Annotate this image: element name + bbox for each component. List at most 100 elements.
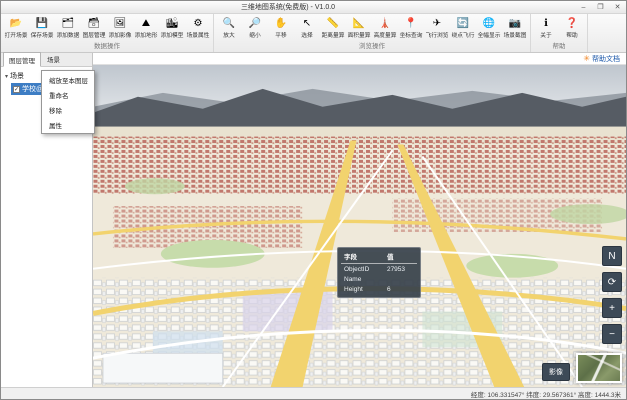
ribbon-button-icon: 🏙 [166,18,179,29]
attribute-row: Name [341,274,417,284]
ribbon-button-label: 保存场景 [31,30,54,39]
ribbon-button-label: 添加模型 [161,30,184,39]
ribbon-button-icon: ✋ [275,18,287,29]
ribbon-button-label: 距离量算 [322,30,345,39]
ribbon-button-icon: 💾 [36,18,48,29]
ribbon-button[interactable]: 🗼高度量算 [372,14,398,42]
help-strip: ✳ 帮助文档 [93,53,626,65]
ribbon-button-icon: ❓ [566,18,578,29]
ribbon-button-label: 场景截图 [504,30,527,39]
overview-minimap[interactable] [576,353,622,383]
ribbon-button-icon: 🗂 [62,18,75,29]
attribute-table: 字段值 ObjectID27953NameHeight6 [341,250,417,294]
reset-view-button[interactable]: ⟳ [602,272,622,292]
ribbon-button[interactable]: ↖选择 [294,14,320,42]
help-doc-link[interactable]: 帮助文档 [592,54,620,64]
ribbon-button-icon: 🔎 [249,18,261,29]
ribbon-button[interactable]: ⚙场景属性 [185,14,211,42]
ribbon-button[interactable]: 📐面积量算 [346,14,372,42]
ribbon-button-label: 添加影像 [109,30,132,39]
ribbon-button-label: 选择 [301,30,312,39]
title-bar: 三维地图系统(免费版) - V1.0.0 – ❐ ✕ [1,1,626,14]
ribbon-button-label: 飞行浏览 [426,30,449,39]
imagery-toggle-button[interactable]: 影像 [542,363,570,381]
context-menu-item[interactable]: 缩放至本图层 [42,72,94,87]
ribbon-button[interactable]: 📏距离量算 [320,14,346,42]
ribbon-button[interactable]: ⛰添加地形 [133,14,159,42]
ribbon-button-label: 全幅显示 [478,30,501,39]
ribbon-button[interactable]: ❓帮助 [559,14,585,42]
maximize-button[interactable]: ❐ [592,1,609,13]
ribbon-button[interactable]: 🔎缩小 [242,14,268,42]
compass-button[interactable]: N [602,246,622,266]
ribbon-toolbar: 📂打开场景💾保存场景🗂添加数据🗃图层管理🖼添加影像⛰添加地形🏙添加模型⚙场景属性… [1,14,626,53]
tab-layer-manager[interactable]: 图层管理 [3,52,41,67]
ribbon-button[interactable]: 🌐全幅显示 [476,14,502,42]
ribbon-button-label: 高度量算 [374,30,397,39]
ribbon-button-label: 平移 [275,30,286,39]
expander-icon[interactable]: ▾ [5,73,8,80]
ribbon-button[interactable]: ✋平移 [268,14,294,42]
ribbon-button[interactable]: 📂打开场景 [3,14,29,42]
coordinate-readout: 经度: 106.331547° 纬度: 29.567361° 高度: 1444.… [471,389,621,399]
ribbon-group-label: 帮助 [533,42,585,52]
ribbon-button-label: 打开场景 [5,30,28,39]
ribbon-button[interactable]: 🔄绕点飞行 [450,14,476,42]
ribbon-button-icon: 🗃 [88,18,101,29]
layer-checkbox[interactable]: ✓ [13,86,20,93]
map-scene [93,65,626,387]
window-title: 三维地图系统(免费版) - V1.0.0 [1,2,575,12]
ribbon-button[interactable]: ✈飞行浏览 [424,14,450,42]
ribbon-button-icon: 🌐 [483,18,495,29]
ribbon-button[interactable]: 💾保存场景 [29,14,55,42]
context-menu-item[interactable]: 重命名 [42,87,94,102]
feature-attribute-popup: 字段值 ObjectID27953NameHeight6 [337,247,421,298]
minimize-button[interactable]: – [575,1,592,13]
window-controls: – ❐ ✕ [575,1,626,13]
ribbon-group: 🔍放大🔎缩小✋平移↖选择📏距离量算📐面积量算🗼高度量算📍坐标查询✈飞行浏览🔄绕点… [214,14,531,52]
ribbon-button-icon: 🗼 [379,18,391,29]
ribbon-button[interactable]: 🖼添加影像 [107,14,133,42]
ribbon-button-icon: 🔄 [457,18,469,29]
tab-scene[interactable]: 场景 [41,51,66,66]
ribbon-button-label: 帮助 [566,30,577,39]
context-menu-item[interactable]: 移除 [42,102,94,117]
ribbon-button-icon: ℹ [544,18,548,29]
attribute-row: Height6 [341,284,417,294]
ribbon-button[interactable]: 🔍放大 [216,14,242,42]
ribbon-button[interactable]: 📷场景截图 [502,14,528,42]
context-menu-item[interactable]: 属性 [42,117,94,132]
ribbon-button-icon: 📏 [327,18,339,29]
ribbon-button-label: 放大 [223,30,234,39]
map-canvas[interactable]: 字段值 ObjectID27953NameHeight6 N ⟳ + − 影像 [93,65,626,387]
help-doc-icon: ✳ [583,55,590,63]
ribbon-button-label: 添加数据 [57,30,80,39]
ribbon-button-label: 关于 [540,30,551,39]
ribbon-button-label: 坐标查询 [400,30,423,39]
zoom-in-button[interactable]: + [602,298,622,318]
ribbon-button[interactable]: 🏙添加模型 [159,14,185,42]
ribbon-button-icon: 🖼 [114,18,127,29]
layer-panel: 图层管理 场景 ▾ 场景 ✓ 学校@重庆 缩放至本图层重命名移除属性 [1,53,93,387]
ribbon-button-label: 场景属性 [187,30,210,39]
tree-root-label: 场景 [10,71,24,81]
ribbon-button-icon: 📍 [405,18,417,29]
ribbon-group-label: 浏览操作 [216,42,528,52]
ribbon-button[interactable]: 📍坐标查询 [398,14,424,42]
ribbon-group: ℹ关于❓帮助帮助 [531,14,588,52]
ribbon-button-label: 缩小 [249,30,260,39]
zoom-out-button[interactable]: − [602,324,622,344]
ribbon-button[interactable]: 🗂添加数据 [55,14,81,42]
ribbon-button-icon: ✈ [433,18,441,29]
layer-context-menu: 缩放至本图层重命名移除属性 [41,70,95,134]
attribute-row: ObjectID27953 [341,264,417,275]
ribbon-button-label: 面积量算 [348,30,371,39]
ribbon-button[interactable]: ℹ关于 [533,14,559,42]
attribute-column-header: 字段 [341,250,384,264]
ribbon-button-label: 绕点飞行 [452,30,475,39]
ribbon-button[interactable]: 🗃图层管理 [81,14,107,42]
ribbon-group: 📂打开场景💾保存场景🗂添加数据🗃图层管理🖼添加影像⛰添加地形🏙添加模型⚙场景属性… [1,14,214,52]
ribbon-button-label: 添加地形 [135,30,158,39]
close-button[interactable]: ✕ [609,1,626,13]
ribbon-button-icon: 📷 [509,18,521,29]
